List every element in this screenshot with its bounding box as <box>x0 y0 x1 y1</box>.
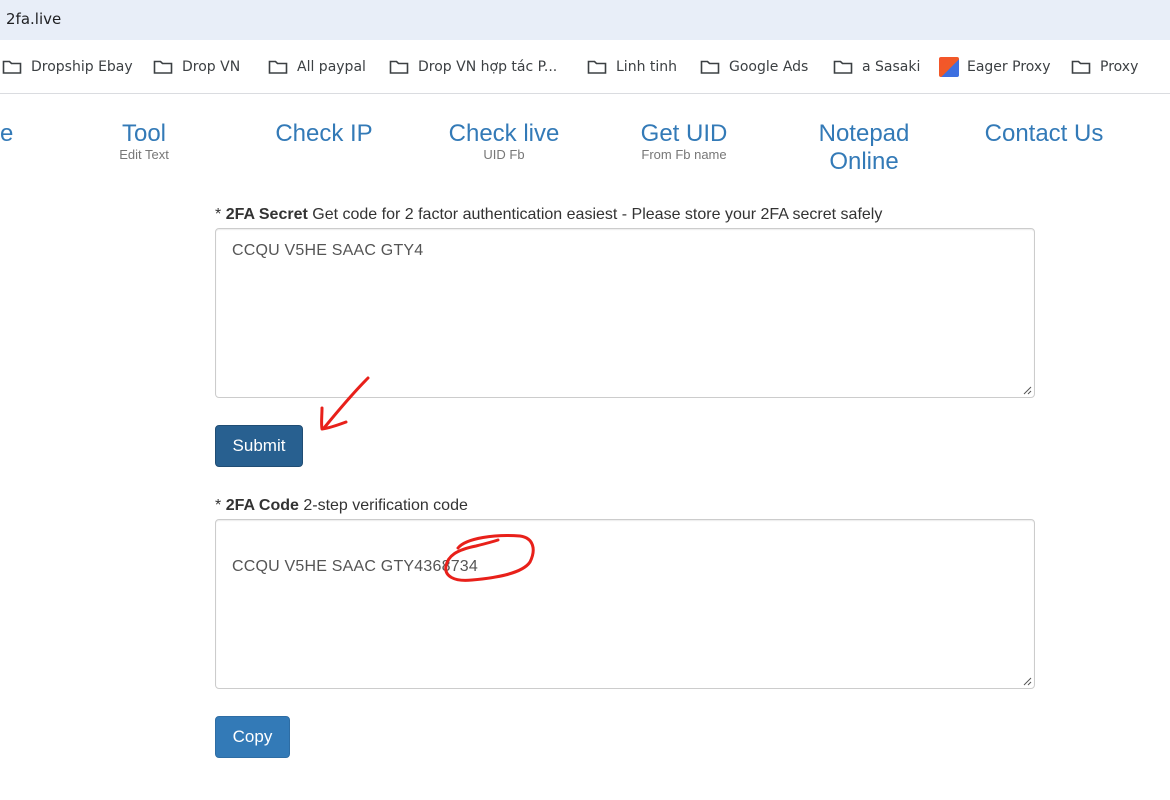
folder-icon <box>700 60 720 74</box>
nav-subtitle: UID Fb <box>483 147 525 162</box>
bookmark-linh-tinh[interactable]: Linh tinh <box>587 57 677 77</box>
code-label: * 2FA Code 2-step verification code <box>215 497 468 515</box>
proxy-icon <box>939 57 959 77</box>
bookmark-label: Eager Proxy <box>967 59 1051 75</box>
code-label-bold: 2FA Code <box>225 497 299 514</box>
bookmark-label: Google Ads <box>729 59 809 75</box>
resize-handle-icon[interactable] <box>1022 385 1032 395</box>
nav-item-tool[interactable]: Tool Edit Text <box>94 120 194 162</box>
secret-label: * 2FA Secret Get code for 2 factor authe… <box>215 206 882 224</box>
nav-subtitle: Edit Text <box>119 147 169 162</box>
secret-label-text: Get code for 2 factor authentication eas… <box>312 206 883 223</box>
folder-icon <box>2 60 22 74</box>
bookmark-label: All paypal <box>297 59 366 75</box>
folder-icon <box>587 60 607 74</box>
nav-title: Tool <box>121 120 167 147</box>
bookmark-label: Dropship Ebay <box>31 59 133 75</box>
bookmark-eager-proxy[interactable]: Eager Proxy <box>939 57 1050 77</box>
bookmark-drop-vn[interactable]: Drop VN <box>153 57 240 77</box>
nav-title: e <box>0 120 14 147</box>
bookmark-label: Linh tinh <box>616 59 678 75</box>
folder-icon <box>833 60 853 74</box>
bookmark-proxy[interactable]: Proxy <box>1071 57 1138 77</box>
browser-url-bar[interactable]: 2fa.live <box>0 0 1170 40</box>
bookmark-all-paypal[interactable]: All paypal <box>268 57 366 77</box>
bookmark-drop-vn-hop-tac[interactable]: Drop VN hợp tác P... <box>389 57 557 77</box>
nav-item-contact-us[interactable]: Contact Us <box>974 120 1114 148</box>
nav-title: Check IP <box>275 120 373 147</box>
nav-title: Get UID <box>640 120 728 147</box>
folder-icon <box>389 60 409 74</box>
bookmark-dropship-ebay[interactable]: Dropship Ebay <box>2 57 133 77</box>
submit-button[interactable]: Submit <box>215 425 303 467</box>
nav-subtitle: From Fb name <box>641 147 727 162</box>
nav-item-notepad-online[interactable]: Notepad Online <box>808 120 920 176</box>
bookmark-label: Drop VN hợp tác P... <box>418 59 558 75</box>
bookmark-a-sasaki[interactable]: a Sasaki <box>833 57 920 77</box>
nav-title: Contact Us <box>984 120 1104 147</box>
url-text[interactable]: 2fa.live <box>6 10 61 28</box>
required-mark: * <box>215 497 222 514</box>
code-value: CCQU V5HE SAAC GTY4368734 <box>232 558 478 576</box>
code-textarea[interactable]: CCQU V5HE SAAC GTY4368734 <box>215 519 1035 689</box>
folder-icon <box>1071 60 1091 74</box>
code-value-prefix: CCQU V5HE SAAC GTY4 <box>232 558 424 575</box>
folder-icon <box>268 60 288 74</box>
bookmark-label: Proxy <box>1100 59 1139 75</box>
nav-title: Notepad Online <box>818 120 910 175</box>
code-value-otp: 368734 <box>423 558 478 575</box>
nav-item-check-ip[interactable]: Check IP <box>264 120 384 148</box>
nav-item-get-uid[interactable]: Get UID From Fb name <box>624 120 744 162</box>
bookmark-label: a Sasaki <box>862 59 921 75</box>
bookmarks-bar: Dropship Ebay Drop VN All paypal Drop VN… <box>0 40 1170 94</box>
secret-value: CCQU V5HE SAAC GTY4 <box>232 242 424 259</box>
folder-icon <box>153 60 173 74</box>
secret-label-bold: 2FA Secret <box>225 206 308 223</box>
resize-handle-icon[interactable] <box>1022 676 1032 686</box>
required-mark: * <box>215 206 222 223</box>
nav-item-check-live[interactable]: Check live UID Fb <box>434 120 574 162</box>
nav-item-partial[interactable]: e <box>0 120 14 148</box>
copy-button[interactable]: Copy <box>215 716 290 758</box>
secret-textarea[interactable]: CCQU V5HE SAAC GTY4 <box>215 228 1035 398</box>
nav-title: Check live <box>448 120 560 147</box>
code-label-text: 2-step verification code <box>303 497 468 514</box>
bookmark-google-ads[interactable]: Google Ads <box>700 57 808 77</box>
bookmark-label: Drop VN <box>182 59 241 75</box>
